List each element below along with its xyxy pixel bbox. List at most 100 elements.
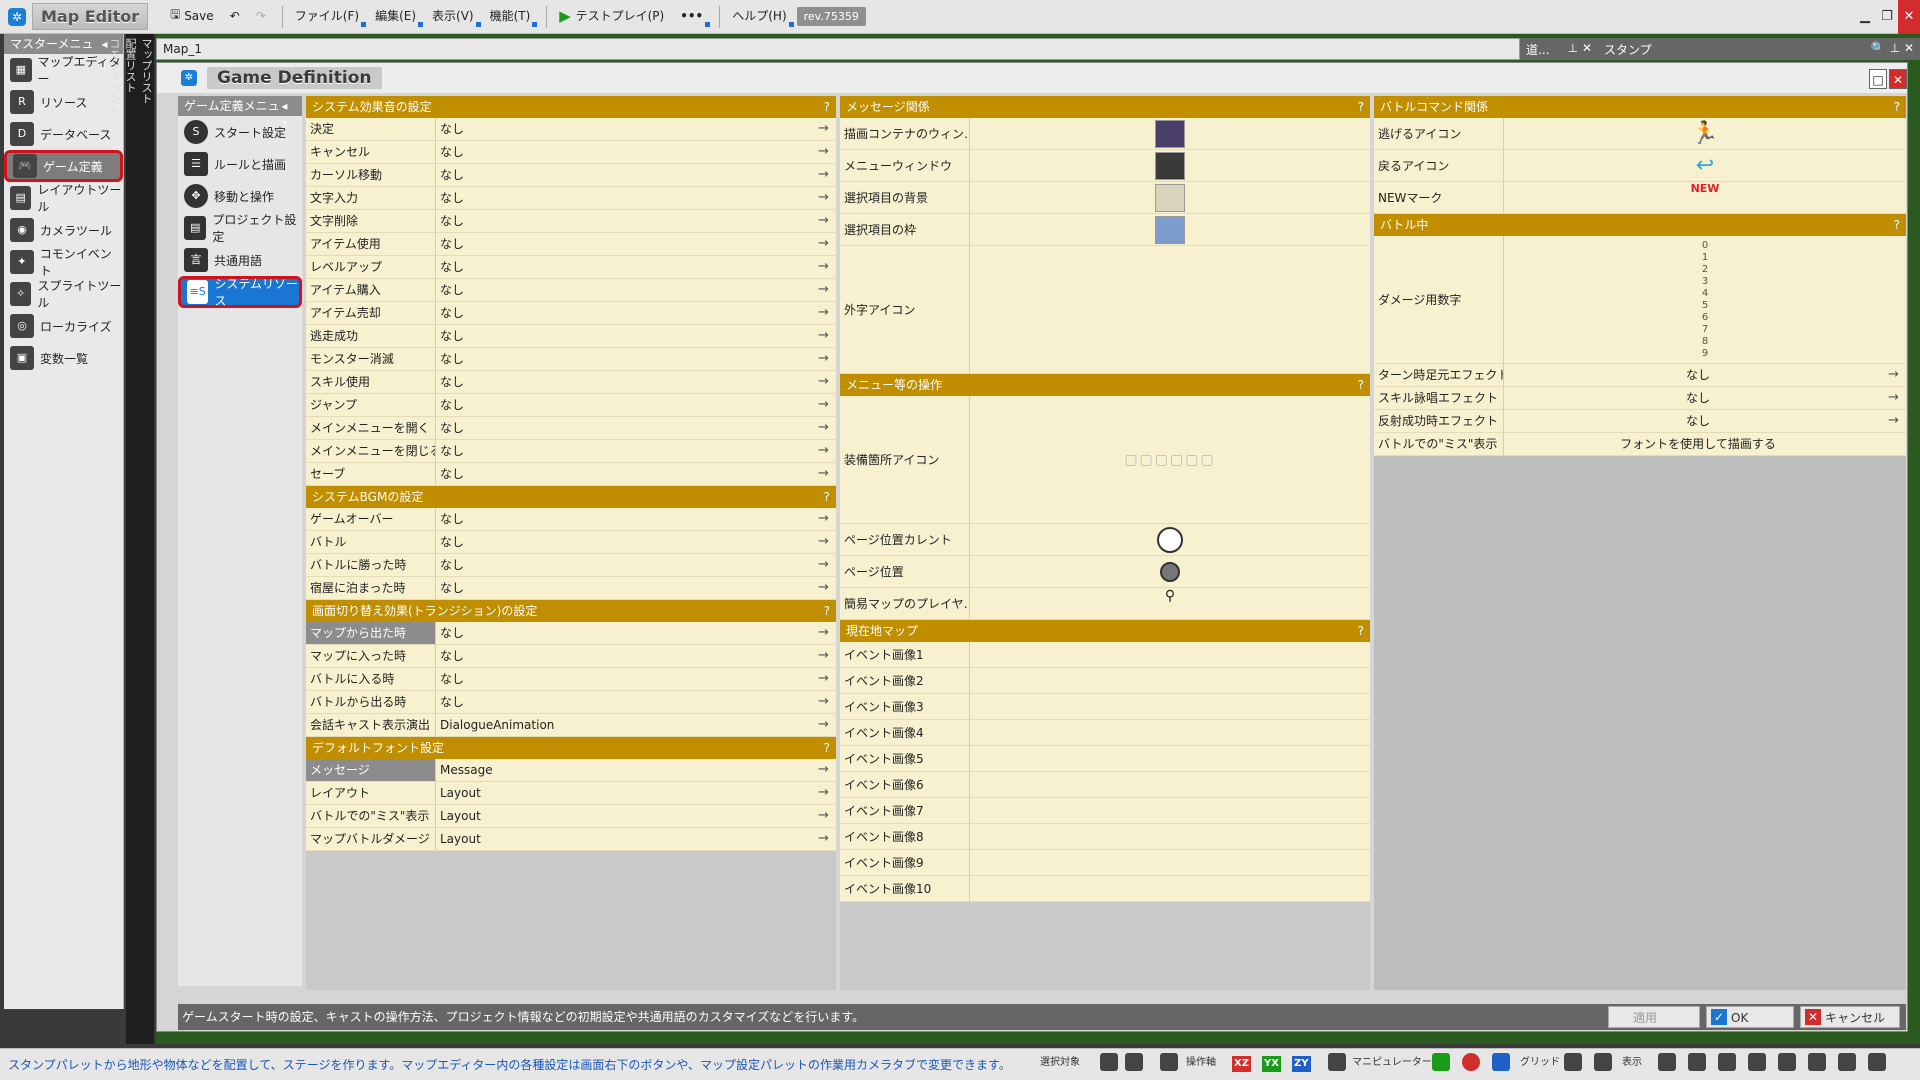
menu-op-row[interactable]: 簡易マップのプレイヤ… ⚲ xyxy=(840,588,1370,620)
setting-row[interactable]: スキル使用 なし → xyxy=(306,371,836,394)
event-image-row[interactable]: イベント画像2 xyxy=(840,668,1370,694)
arrow-right-icon[interactable]: → xyxy=(818,210,836,232)
message-row[interactable]: 選択項目の枠 xyxy=(840,214,1370,246)
battle-cmd-row[interactable]: 戻るアイコン ↩ xyxy=(1374,150,1906,182)
pin-close-icon[interactable]: ⊥ ✕ xyxy=(1568,41,1592,57)
axis-zy-button[interactable]: ZY xyxy=(1292,1056,1311,1072)
setting-row[interactable]: アイテム売却 なし → xyxy=(306,302,836,325)
restore-icon[interactable]: ❐ xyxy=(1876,0,1898,34)
redo-button[interactable]: ↷ xyxy=(250,5,272,29)
event-image-row[interactable]: イベント画像3 xyxy=(840,694,1370,720)
tab-map-list[interactable]: マップリスト xyxy=(138,38,154,1024)
menu-op-row[interactable]: ページ位置 xyxy=(840,556,1370,588)
setting-row[interactable]: レベルアップ なし → xyxy=(306,256,836,279)
help-icon[interactable]: ? xyxy=(824,486,830,508)
display-toggle-icon[interactable] xyxy=(1838,1052,1856,1074)
arrow-right-icon[interactable]: → xyxy=(818,394,836,416)
arrow-right-icon[interactable]: → xyxy=(818,417,836,439)
axis-mode-icon[interactable] xyxy=(1160,1052,1178,1074)
event-image-row[interactable]: イベント画像1 xyxy=(840,642,1370,668)
arrow-right-icon[interactable]: → xyxy=(818,118,836,140)
grid-magnet-icon[interactable] xyxy=(1564,1052,1582,1074)
arrow-right-icon[interactable]: → xyxy=(818,828,836,850)
arrow-right-icon[interactable]: → xyxy=(818,164,836,186)
dialog-close-icon[interactable]: ✕ xyxy=(1889,69,1907,89)
setting-row[interactable]: メインメニューを開く なし → xyxy=(306,417,836,440)
color-swatch[interactable] xyxy=(1155,183,1185,212)
cancel-button[interactable]: ✕ キャンセル xyxy=(1800,1006,1900,1028)
color-swatch[interactable] xyxy=(1155,151,1185,180)
menu-op-row[interactable]: 装備箇所アイコン ▢▢▢▢▢▢ xyxy=(840,396,1370,524)
setting-row[interactable]: メッセージ Message → xyxy=(306,759,836,782)
apply-button[interactable]: 適用 xyxy=(1608,1006,1700,1028)
battle-cmd-row[interactable]: NEWマーク NEW xyxy=(1374,182,1906,214)
setting-row[interactable]: セーブ なし → xyxy=(306,463,836,486)
help-icon[interactable]: ? xyxy=(1358,620,1364,642)
arrow-right-icon[interactable]: → xyxy=(818,508,836,530)
battle-setting-row[interactable]: スキル詠唱エフェクト なし → xyxy=(1374,387,1906,410)
setting-row[interactable]: マップに入った時 なし → xyxy=(306,645,836,668)
setting-row[interactable]: 会話キャスト表示演出 DialogueAnimation → xyxy=(306,714,836,737)
menu-edit[interactable]: 編集(E) xyxy=(369,5,424,29)
close-icon[interactable]: ✕ xyxy=(1898,0,1920,34)
setting-row[interactable]: バトルから出る時 なし → xyxy=(306,691,836,714)
arrow-right-icon[interactable]: → xyxy=(818,782,836,804)
arrow-right-icon[interactable]: → xyxy=(818,805,836,827)
arrow-right-icon[interactable] xyxy=(1888,433,1906,455)
battle-cmd-row[interactable]: 逃げるアイコン 🏃 xyxy=(1374,118,1906,150)
gaiji-icon-row[interactable]: 外字アイコン xyxy=(840,246,1370,374)
arrow-right-icon[interactable]: → xyxy=(818,279,836,301)
setting-row[interactable]: バトルに入る時 なし → xyxy=(306,668,836,691)
display-toggle-icon[interactable] xyxy=(1688,1052,1706,1074)
ok-button[interactable]: ✓ OK xyxy=(1706,1006,1794,1028)
maximize-icon[interactable]: □ xyxy=(1869,69,1887,89)
help-icon[interactable]: ? xyxy=(1358,374,1364,396)
setting-row[interactable]: キャンセル なし → xyxy=(306,141,836,164)
arrow-right-icon[interactable]: → xyxy=(818,577,836,599)
help-icon[interactable]: ? xyxy=(1358,96,1364,118)
more-button[interactable]: ••• xyxy=(674,5,711,29)
display-toggle-icon[interactable] xyxy=(1808,1052,1826,1074)
color-swatch[interactable] xyxy=(1155,215,1185,244)
setting-row[interactable]: アイテム使用 なし → xyxy=(306,233,836,256)
arrow-right-icon[interactable]: → xyxy=(818,463,836,485)
setting-row[interactable]: レイアウト Layout → xyxy=(306,782,836,805)
arrow-right-icon[interactable]: → xyxy=(818,440,836,462)
setting-row[interactable]: バトルに勝った時 なし → xyxy=(306,554,836,577)
tool-panel-tab[interactable]: 道... ⊥ ✕ xyxy=(1520,38,1598,60)
setting-row[interactable]: ジャンプ なし → xyxy=(306,394,836,417)
event-image-row[interactable]: イベント画像9 xyxy=(840,850,1370,876)
arrow-right-icon[interactable]: → xyxy=(1888,410,1906,432)
arrow-right-icon[interactable]: → xyxy=(1888,387,1906,409)
tab-placement-list[interactable]: 配置リスト xyxy=(122,38,138,1024)
battle-setting-row[interactable]: ターン時足元エフェクト なし → xyxy=(1374,364,1906,387)
manipulator-icon[interactable] xyxy=(1328,1052,1346,1074)
setting-row[interactable]: 逃走成功 なし → xyxy=(306,325,836,348)
setting-row[interactable]: 宿屋に泊まった時 なし → xyxy=(306,577,836,600)
arrow-right-icon[interactable]: → xyxy=(818,187,836,209)
axis-yx-button[interactable]: YX xyxy=(1262,1056,1281,1072)
help-icon[interactable]: ? xyxy=(1894,96,1900,118)
display-toggle-icon[interactable] xyxy=(1658,1052,1676,1074)
arrow-right-icon[interactable]: → xyxy=(818,668,836,690)
arrow-right-icon[interactable]: → xyxy=(818,371,836,393)
gd-menu-item-common-terms[interactable]: 言共通用語 xyxy=(178,244,302,276)
arrow-right-icon[interactable]: → xyxy=(818,714,836,736)
arrow-right-icon[interactable]: → xyxy=(1888,364,1906,386)
gd-menu-item-movement[interactable]: ✥ 移動と操作 xyxy=(178,180,302,212)
rotate-gizmo-icon[interactable] xyxy=(1462,1052,1480,1074)
battle-setting-row[interactable]: 反射成功時エフェクト なし → xyxy=(1374,410,1906,433)
menu-op-row[interactable]: ページ位置カレント xyxy=(840,524,1370,556)
arrow-right-icon[interactable]: → xyxy=(818,348,836,370)
menu-help[interactable]: ヘルプ(H) xyxy=(726,5,794,29)
collapse-icon[interactable]: ◂ ? xyxy=(281,96,296,133)
object-select-icon[interactable] xyxy=(1125,1052,1143,1074)
help-icon[interactable]: ? xyxy=(824,600,830,622)
event-image-row[interactable]: イベント画像8 xyxy=(840,824,1370,850)
event-image-row[interactable]: イベント画像4 xyxy=(840,720,1370,746)
arrow-right-icon[interactable]: → xyxy=(818,302,836,324)
event-image-row[interactable]: イベント画像6 xyxy=(840,772,1370,798)
arrow-right-icon[interactable]: → xyxy=(818,531,836,553)
stamp-panel-tab[interactable]: スタンプ 🔍 ⊥ ✕ xyxy=(1598,38,1920,60)
arrow-right-icon[interactable]: → xyxy=(818,233,836,255)
